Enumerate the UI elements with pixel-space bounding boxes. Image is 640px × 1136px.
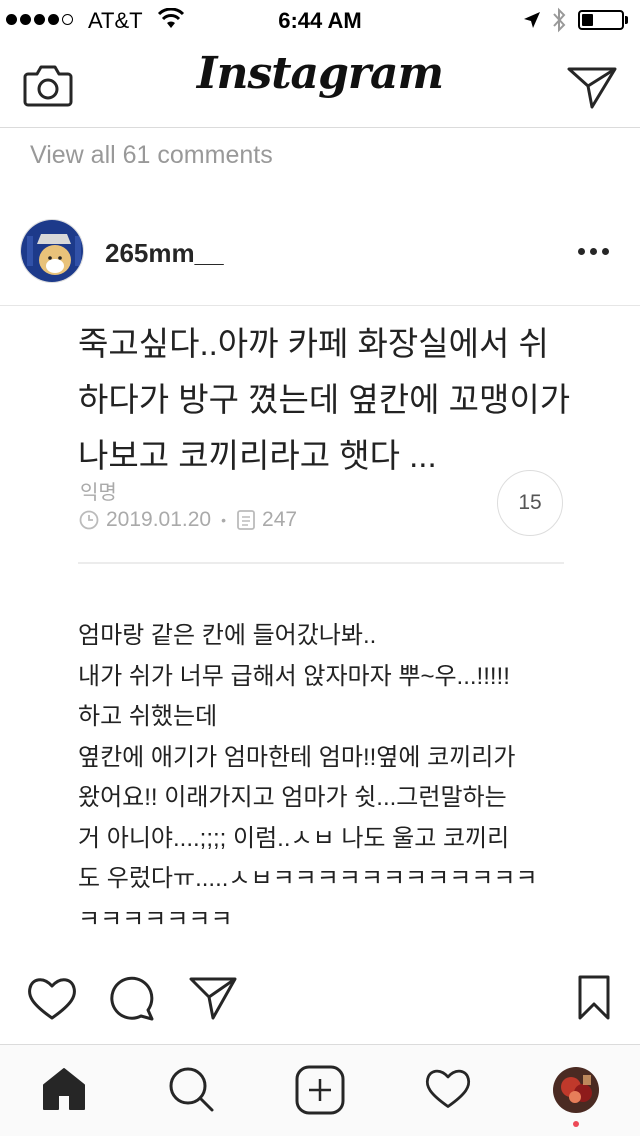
bookmark-icon[interactable] [576,974,612,1022]
post-actions [0,960,640,1040]
clock: 6:44 AM [278,8,362,33]
post-title: 죽고싶다..아까 카페 화장실에서 쉬하다가 방구 꼈는데 옆칸에 꼬맹이가 나… [78,325,571,474]
post-username[interactable]: 265mm__ [105,238,224,269]
clock-icon [79,510,99,530]
tab-bar [0,1045,640,1136]
more-options-icon[interactable] [578,244,612,258]
new-post-icon[interactable] [295,1065,345,1115]
location-icon [524,12,540,28]
heart-icon[interactable] [26,974,78,1022]
app-header: Instagram [0,40,640,128]
battery-tip [625,16,628,24]
post-views: 247 [262,508,298,531]
activity-icon[interactable] [424,1065,472,1111]
home-icon[interactable] [40,1065,88,1113]
share-icon[interactable] [188,974,238,1022]
post-body-text: 엄마랑 같은 칸에 들어갔나봐.. 내가 쉬가 너무 급해서 앉자마자 뿌~우.… [78,622,538,933]
user-avatar[interactable] [20,219,84,283]
view-all-comments-link[interactable]: View all 61 comments [30,141,273,170]
bluetooth-icon [553,7,566,33]
comment-icon[interactable] [108,974,156,1022]
post-date: 2019.01.20 [106,508,212,531]
profile-avatar[interactable] [553,1067,599,1113]
views-icon [237,510,255,530]
status-bar: AT&T 6:44 AM [0,0,640,40]
notification-dot [573,1121,579,1127]
meta-separator: • [221,512,227,528]
content-divider [78,562,564,564]
post-author: 익명 [80,482,117,504]
comment-count-badge: 15 [497,470,563,536]
direct-message-icon[interactable] [566,64,618,110]
battery-level [582,14,593,26]
instagram-logo: Instagram [196,48,444,99]
battery-icon [578,10,624,30]
post-meta: 2019.01.20 • 247 [78,508,297,532]
post-image[interactable]: 죽고싶다..아까 카페 화장실에서 쉬하다가 방구 꼈는데 옆칸에 꼬맹이가 나… [0,306,640,956]
search-icon[interactable] [167,1065,215,1113]
